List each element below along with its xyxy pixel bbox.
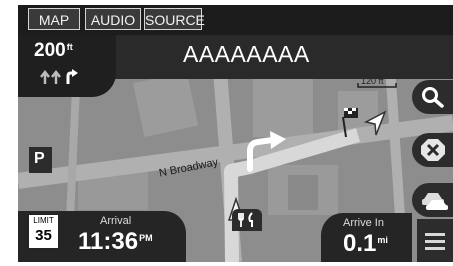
next-turn-panel[interactable]: 200ft xyxy=(18,35,116,97)
top-bar: MAP AUDIO SOURCE xyxy=(18,5,453,35)
cancel-route-button[interactable] xyxy=(412,133,453,167)
next-turn-distance: 200ft xyxy=(34,40,73,62)
arrival-time-value: 11:36 xyxy=(78,228,139,255)
turn-distance-value: 200 xyxy=(34,40,66,61)
lane-arrows-icon xyxy=(40,69,78,84)
speed-limit-value: 35 xyxy=(35,227,52,244)
traffic-button[interactable] xyxy=(412,183,453,217)
arrive-in-panel[interactable]: Arrive In 0.1mi xyxy=(321,213,412,262)
arrive-in-value: 0.1 xyxy=(343,230,377,257)
food-poi-button[interactable] xyxy=(232,209,262,231)
menu-icon xyxy=(425,233,445,236)
arrival-panel[interactable]: LIMIT 35 Arrival 11:36PM xyxy=(18,211,186,262)
arrive-in-distance: 0.1mi xyxy=(343,230,388,258)
next-street-name: AAAAAAAA xyxy=(183,41,310,67)
search-icon xyxy=(422,87,444,108)
speed-limit-sign: LIMIT 35 xyxy=(28,214,59,249)
arrival-time-suffix: PM xyxy=(139,233,153,243)
tab-map[interactable]: MAP xyxy=(28,8,80,30)
food-icon xyxy=(238,212,253,227)
cancel-route-icon xyxy=(421,139,445,161)
menu-button[interactable] xyxy=(417,219,453,262)
menu-icon-bar xyxy=(425,240,445,243)
tab-audio[interactable]: AUDIO xyxy=(85,8,141,30)
menu-icon-bar xyxy=(425,247,445,250)
tab-source[interactable]: SOURCE xyxy=(144,8,205,30)
arrival-label: Arrival xyxy=(100,215,132,227)
arrival-time: 11:36PM xyxy=(78,228,153,256)
parking-icon[interactable]: P xyxy=(29,147,52,173)
turn-distance-unit: ft xyxy=(66,42,73,52)
building xyxy=(288,175,318,210)
traffic-icon xyxy=(422,193,448,210)
building xyxy=(132,71,199,138)
arrive-in-label: Arrive In xyxy=(343,217,384,229)
parking-label: P xyxy=(34,150,45,167)
search-button[interactable] xyxy=(412,80,453,114)
arrive-in-unit: mi xyxy=(377,235,388,245)
building xyxy=(253,75,313,137)
speed-limit-label: LIMIT xyxy=(33,216,54,225)
navigation-screen: N Broadway 120 ft MAP AUDIO SOURCE AAAAA… xyxy=(18,5,453,262)
